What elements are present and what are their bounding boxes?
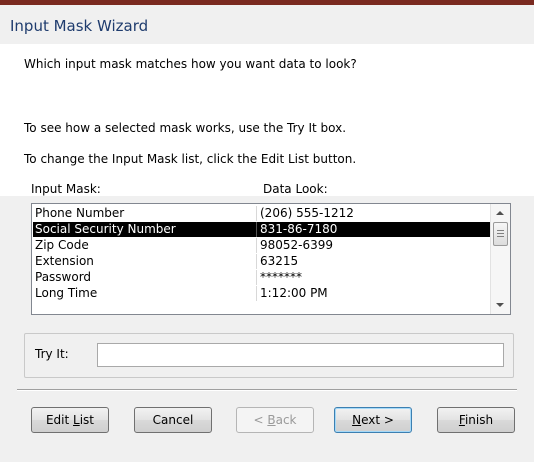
edit-hint-text: To change the Input Mask list, click the… (24, 152, 357, 166)
mask-name: Social Security Number (35, 222, 176, 236)
input-mask-column-header: Input Mask: (31, 182, 101, 196)
finish-button[interactable]: Finish (437, 407, 515, 433)
list-item[interactable]: Extension 63215 (33, 254, 490, 269)
grip-line (497, 230, 504, 231)
column-separator (256, 222, 257, 237)
scroll-down-arrow-icon[interactable] (496, 303, 504, 307)
column-separator (256, 206, 257, 221)
list-item[interactable]: Password ******* (33, 270, 490, 285)
mask-data-look: 831-86-7180 (260, 222, 338, 236)
try-hint-text: To see how a selected mask works, use th… (24, 121, 347, 135)
column-separator (256, 254, 257, 269)
cancel-button[interactable]: Cancel (134, 407, 212, 433)
mask-name: Phone Number (35, 206, 125, 220)
column-separator (256, 270, 257, 285)
input-mask-list[interactable]: Phone Number (206) 555-1212 Social Secur… (31, 203, 511, 315)
question-text: Which input mask matches how you want da… (24, 57, 357, 71)
mask-data-look: (206) 555-1212 (260, 206, 354, 220)
edit-list-button[interactable]: Edit List (31, 407, 109, 433)
try-it-label: Try It: (35, 347, 69, 361)
back-button: < Back (236, 407, 314, 433)
scrollbar-thumb[interactable] (493, 222, 508, 246)
dialog-title: Input Mask Wizard (10, 17, 149, 35)
column-separator (256, 238, 257, 253)
list-item[interactable]: Long Time 1:12:00 PM (33, 286, 490, 301)
mask-name: Extension (35, 254, 94, 268)
scroll-up-arrow-icon[interactable] (496, 211, 504, 215)
mask-name: Password (35, 270, 92, 284)
column-separator (256, 286, 257, 301)
window-border-top (0, 0, 534, 5)
grip-line (497, 233, 504, 234)
list-scrollbar[interactable] (490, 204, 510, 314)
mask-data-look: ******* (260, 270, 302, 284)
try-it-input[interactable] (97, 343, 504, 367)
mask-data-look: 98052-6399 (260, 238, 334, 252)
grip-line (497, 236, 504, 237)
mask-data-look: 1:12:00 PM (260, 286, 328, 300)
data-look-column-header: Data Look: (263, 182, 328, 196)
list-item[interactable]: Zip Code 98052-6399 (33, 238, 490, 253)
list-item-selected[interactable]: Social Security Number 831-86-7180 (33, 222, 490, 237)
mask-data-look: 63215 (260, 254, 299, 268)
list-item[interactable]: Phone Number (206) 555-1212 (33, 206, 490, 221)
mask-name: Long Time (35, 286, 98, 300)
mask-name: Zip Code (35, 238, 89, 252)
next-button[interactable]: Next > (334, 407, 412, 433)
button-area-divider (17, 389, 517, 391)
